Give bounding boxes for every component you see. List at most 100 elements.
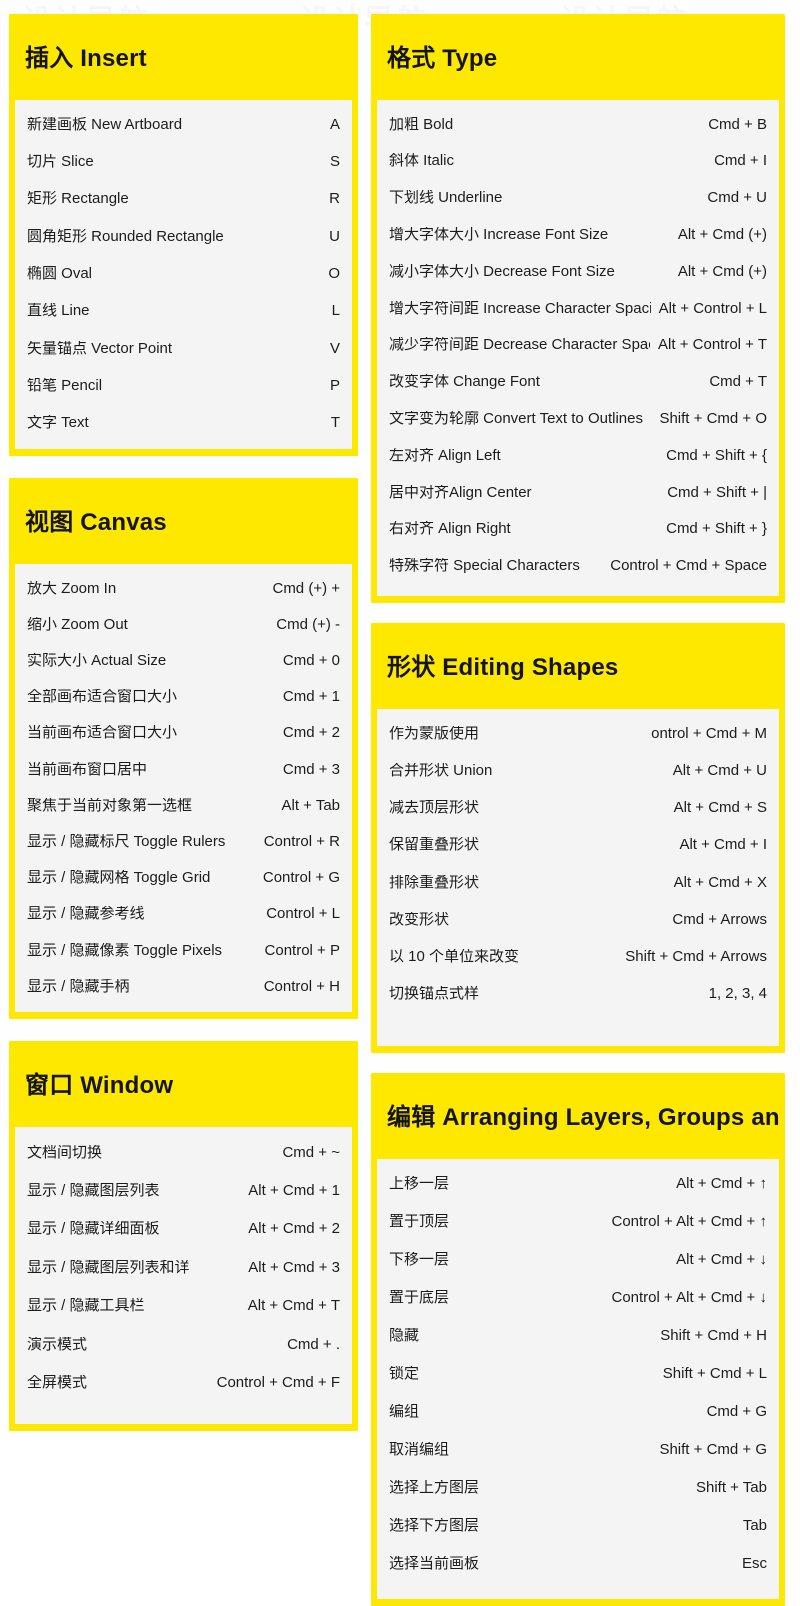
shortcut-label: 切片 Slice [27, 154, 94, 170]
shortcut-row: 上移一层 Alt + Cmd + ↑ [389, 1165, 767, 1203]
shortcut-label: 显示 / 隐藏图层列表和详 [27, 1259, 190, 1275]
shortcut-keys: O [328, 265, 340, 283]
shortcut-keys: Alt + Control + T [658, 336, 767, 354]
shortcut-label: 取消编组 [389, 1442, 450, 1458]
shortcut-row: 斜体 Italic Cmd + I [389, 142, 767, 179]
shortcut-label: 置于底层 [389, 1290, 450, 1306]
panel-editing-shapes: 形状 Editing Shapes 作为蒙版使用 ontrol + Cmd + M… [371, 623, 785, 1054]
shortcut-keys: Cmd + B [708, 115, 767, 133]
shortcut-row: 切片 Slice S [27, 143, 340, 180]
shortcut-label: 下划线 Underline [389, 190, 503, 206]
shortcut-row: 选择下方图层 Tab [389, 1507, 767, 1545]
shortcut-label: 减去顶层形状 [389, 800, 480, 816]
shortcut-row: 显示 / 隐藏手柄 Control + H [27, 968, 340, 1004]
shortcut-keys: L [331, 302, 340, 320]
shortcut-label: 改变形状 [389, 911, 450, 927]
shortcut-keys: Alt + Cmd + 1 [248, 1182, 340, 1200]
shortcut-keys: Shift + Cmd + Arrows [625, 947, 767, 965]
shortcut-label: 直线 Line [27, 303, 90, 319]
shortcut-label: 锁定 [389, 1366, 420, 1382]
shortcut-label: 选择当前画板 [389, 1556, 480, 1572]
shortcut-label: 合并形状 Union [389, 763, 493, 779]
shortcut-row: 下划线 Underline Cmd + U [389, 179, 767, 216]
shortcut-keys: Alt + Cmd + T [247, 1297, 340, 1315]
shortcut-row: 右对齐 Align Right Cmd + Shift + } [389, 510, 767, 547]
shortcut-keys: Cmd + I [714, 152, 767, 170]
left-column: 插入 Insert 新建画板 New Artboard A 切片 Slice S 矩… [9, 14, 358, 1431]
shortcut-label: 新建画板 New Artboard [27, 116, 183, 132]
shortcut-label: 作为蒙版使用 [389, 725, 480, 741]
shortcut-label: 文档间切换 [27, 1144, 103, 1160]
shortcut-row: 聚焦于当前对象第一选框 Alt + Tab [27, 787, 340, 823]
shortcut-keys: Cmd + G [706, 1403, 767, 1421]
panel-type-body: 加粗 Bold Cmd + B 斜体 Italic Cmd + I 下划线 Unde… [377, 99, 779, 597]
shortcut-label: 椭圆 Oval [27, 266, 93, 282]
shortcut-keys: Alt + Cmd + X [673, 873, 767, 891]
shortcut-keys: Control + Cmd + Space [610, 557, 767, 575]
shortcut-keys: A [329, 115, 340, 133]
shortcut-row: 减去顶层形状 Alt + Cmd + S [389, 789, 767, 826]
shortcut-label: 聚焦于当前对象第一选框 [27, 797, 193, 813]
shortcut-row: 减小字体大小 Decrease Font Size Alt + Cmd (+) [389, 253, 767, 290]
shortcuts-cheatsheet: 插入 Insert 新建画板 New Artboard A 切片 Slice S 矩… [0, 0, 800, 1606]
shortcut-row: 椭圆 Oval O [27, 255, 340, 292]
shortcut-keys: Cmd + Shift + { [666, 446, 767, 464]
shortcut-keys: Alt + Cmd + ↑ [676, 1175, 767, 1193]
shortcut-label: 隐藏 [389, 1328, 420, 1344]
shortcut-label: 斜体 Italic [389, 153, 455, 169]
shortcut-row: 合并形状 Union Alt + Cmd + U [389, 752, 767, 789]
shortcut-keys: Cmd + 0 [282, 652, 340, 670]
shortcut-keys: Control + L [266, 905, 340, 923]
shortcut-label: 显示 / 隐藏详细面板 [27, 1221, 160, 1237]
shortcut-keys: Alt + Cmd (+) [677, 225, 767, 243]
shortcut-row: 新建画板 New Artboard A [27, 106, 340, 143]
panel-insert: 插入 Insert 新建画板 New Artboard A 切片 Slice S 矩… [9, 14, 358, 457]
shortcut-row: 放大 Zoom In Cmd (+) + [27, 570, 340, 606]
shortcut-label: 编组 [389, 1404, 420, 1420]
shortcut-row: 锁定 Shift + Cmd + L [389, 1355, 767, 1393]
shortcut-keys: Cmd + U [707, 189, 767, 207]
panel-canvas-body: 放大 Zoom In Cmd (+) + 缩小 Zoom Out Cmd (+) -… [15, 564, 352, 1013]
shortcut-label: 右对齐 Align Right [389, 521, 511, 537]
shortcut-keys: 1, 2, 3, 4 [708, 985, 767, 1003]
shortcut-keys: ontrol + Cmd + M [651, 724, 767, 742]
shortcut-label: 文字 Text [27, 415, 89, 431]
shortcut-label: 显示 / 隐藏像素 Toggle Pixels [27, 942, 223, 958]
shortcut-label: 左对齐 Align Left [389, 447, 501, 463]
panel-canvas-title: 视图 Canvas [25, 509, 167, 537]
shortcut-label: 选择下方图层 [389, 1518, 480, 1534]
shortcut-row: 增大字符间距 Increase Character Spacing Alt + C… [389, 290, 767, 327]
shortcut-label: 全部画布适合窗口大小 [27, 689, 178, 705]
shortcut-row: 显示 / 隐藏详细面板 Alt + Cmd + 2 [27, 1210, 340, 1248]
shortcut-row: 增大字体大小 Increase Font Size Alt + Cmd (+) [389, 216, 767, 253]
shortcut-label: 缩小 Zoom Out [27, 616, 128, 632]
panel-insert-body: 新建画板 New Artboard A 切片 Slice S 矩形 Rectangl… [15, 99, 352, 450]
shortcut-keys: Alt + Control + L [658, 299, 767, 317]
shortcut-row: 减少字符间距 Decrease Character Spacing Alt + C… [389, 326, 767, 363]
shortcut-row: 切换锚点式样 1, 2, 3, 4 [389, 975, 767, 1012]
panel-arranging-layers-body: 上移一层 Alt + Cmd + ↑ 置于顶层 Control + Alt + Cm… [377, 1158, 779, 1599]
shortcut-label: 矩形 Rectangle [27, 191, 129, 207]
shortcut-keys: T [330, 414, 340, 432]
shortcut-label: 上移一层 [389, 1176, 450, 1192]
shortcut-label: 显示 / 隐藏工具栏 [27, 1298, 145, 1314]
shortcut-label: 显示 / 隐藏标尺 Toggle Rulers [27, 833, 226, 849]
shortcut-keys: Cmd + 3 [282, 760, 340, 778]
shortcut-keys: Alt + Cmd + U [672, 762, 767, 780]
shortcut-keys: Shift + Cmd + H [660, 1327, 767, 1345]
shortcut-row: 文字变为轮廓 Convert Text to Outlines Shift + C… [389, 400, 767, 437]
shortcut-row: 显示 / 隐藏参考线 Control + L [27, 896, 340, 932]
shortcut-keys: Tab [742, 1517, 767, 1535]
shortcut-row: 演示模式 Cmd + . [27, 1325, 340, 1363]
shortcut-row: 当前画布适合窗口大小 Cmd + 2 [27, 715, 340, 751]
shortcut-label: 显示 / 隐藏手柄 [27, 978, 130, 994]
shortcut-keys: Control + R [263, 832, 340, 850]
shortcut-keys: Cmd + Arrows [672, 910, 767, 928]
shortcut-label: 加粗 Bold [389, 116, 454, 132]
shortcut-row: 选择上方图层 Shift + Tab [389, 1469, 767, 1507]
shortcut-row: 显示 / 隐藏像素 Toggle Pixels Control + P [27, 932, 340, 968]
panel-window: 窗口 Window 文档间切换 Cmd + ~ 显示 / 隐藏图层列表 Alt + … [9, 1041, 358, 1431]
shortcut-row: 下移一层 Alt + Cmd + ↓ [389, 1241, 767, 1279]
shortcut-keys: Cmd + Shift + | [667, 483, 767, 501]
shortcut-label: 显示 / 隐藏图层列表 [27, 1183, 160, 1199]
